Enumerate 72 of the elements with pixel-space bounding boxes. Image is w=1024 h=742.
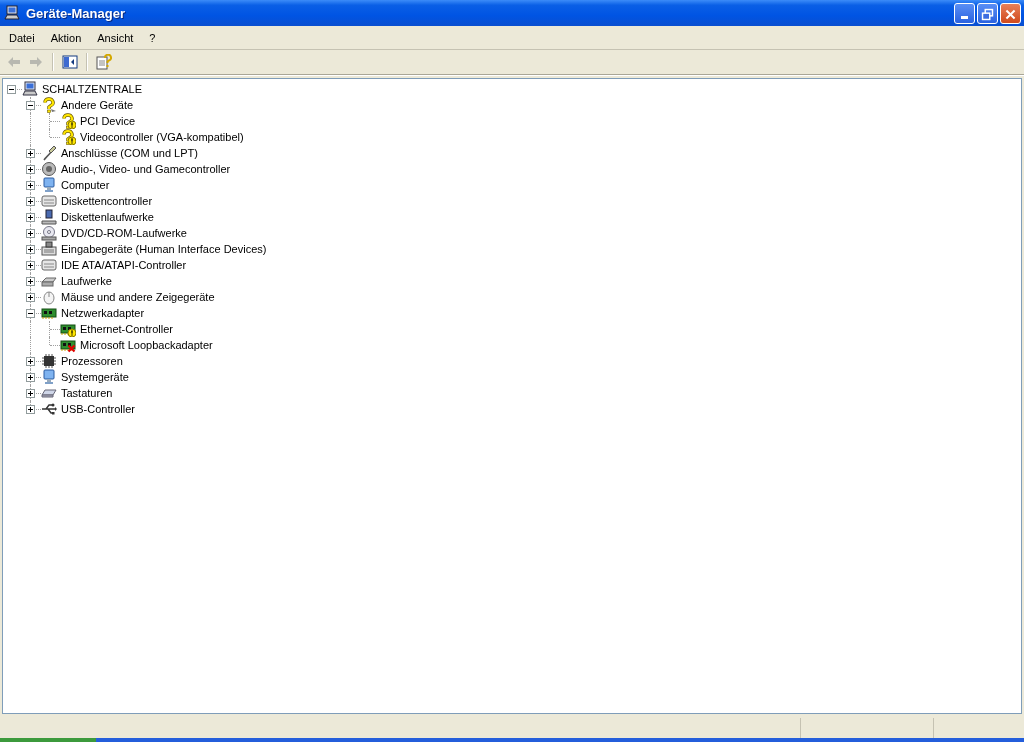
tree-item[interactable]: Videocontroller (VGA-kompatibel) <box>79 131 245 143</box>
tree-item[interactable]: PCI Device <box>79 115 137 127</box>
menu-item[interactable]: Aktion <box>50 31 82 44</box>
menu-item[interactable]: ? <box>149 31 156 44</box>
tree-item[interactable]: Microsoft Loopbackadapter <box>79 339 214 351</box>
properties-button[interactable] <box>94 52 113 72</box>
expand-toggle[interactable] <box>26 229 35 238</box>
tree-item[interactable]: Eingabegeräte (Human Interface Devices) <box>60 243 268 255</box>
usb-icon <box>41 401 57 417</box>
expand-toggle[interactable] <box>26 245 35 254</box>
tree-item[interactable]: Ethernet-Controller <box>79 323 174 335</box>
expand-toggle[interactable] <box>26 181 35 190</box>
close-button[interactable] <box>1000 2 1021 24</box>
expand-toggle[interactable] <box>26 165 35 174</box>
tree-item[interactable]: SCHALTZENTRALE <box>41 83 144 95</box>
tree-item[interactable]: USB-Controller <box>60 403 136 415</box>
tree-item[interactable]: Computer <box>60 179 111 191</box>
keyboard-mouse-icon <box>41 241 57 257</box>
tree-item[interactable]: Prozessoren <box>60 355 124 367</box>
network-card-icon <box>41 305 57 321</box>
tree-item[interactable]: Systemgeräte <box>60 371 130 383</box>
tree-item[interactable]: Laufwerke <box>60 275 113 287</box>
speaker-icon <box>41 161 57 177</box>
tree-item[interactable]: Tastaturen <box>60 387 114 399</box>
expand-toggle[interactable] <box>26 101 35 110</box>
expand-toggle[interactable] <box>7 85 16 94</box>
question-mark-warning-icon <box>60 113 76 129</box>
console-tree-button[interactable] <box>60 52 79 72</box>
tree-item[interactable]: Netzwerkadapter <box>60 307 146 319</box>
minimize-button[interactable] <box>954 2 975 24</box>
floppy-drive-icon <box>41 209 57 225</box>
expand-toggle[interactable] <box>26 277 35 286</box>
disk-controller-icon <box>41 193 57 209</box>
expand-toggle[interactable] <box>26 261 35 270</box>
monitor-icon <box>41 369 57 385</box>
computer-icon <box>4 5 20 21</box>
tree-item[interactable]: Andere Geräte <box>60 99 135 111</box>
document-question-icon <box>95 54 112 70</box>
restore-button[interactable] <box>977 2 998 24</box>
panel-toggle-icon <box>61 54 78 70</box>
cable-plug-icon <box>41 145 57 161</box>
expand-toggle[interactable] <box>26 405 35 414</box>
tree-item[interactable]: Anschlüsse (COM und LPT) <box>60 147 199 159</box>
menu-item[interactable]: Datei <box>9 31 35 44</box>
tree-item[interactable]: Audio-, Video- und Gamecontroller <box>60 163 232 175</box>
tree-item[interactable]: Mäuse und andere Zeigegeräte <box>60 291 216 303</box>
expand-toggle[interactable] <box>26 309 35 318</box>
expand-toggle[interactable] <box>26 197 35 206</box>
window-title: Geräte-Manager <box>26 5 126 21</box>
expand-toggle[interactable] <box>26 373 35 382</box>
network-card-error-icon <box>60 337 76 353</box>
monitor-icon <box>41 177 57 193</box>
question-mark-icon <box>41 97 57 113</box>
menu-item[interactable]: Ansicht <box>97 31 134 44</box>
network-card-warning-icon <box>60 321 76 337</box>
expand-toggle[interactable] <box>26 213 35 222</box>
expand-toggle[interactable] <box>26 149 35 158</box>
tree-item[interactable]: IDE ATA/ATAPI-Controller <box>60 259 188 271</box>
question-mark-warning-icon <box>60 129 76 145</box>
tree-item[interactable]: Diskettencontroller <box>60 195 154 207</box>
right-arrow-icon <box>27 54 44 70</box>
tree-item[interactable]: DVD/CD-ROM-Laufwerke <box>60 227 188 239</box>
expand-toggle[interactable] <box>26 357 35 366</box>
minimize-icon <box>961 15 968 19</box>
tree-item[interactable]: Diskettenlaufwerke <box>60 211 155 223</box>
computer-icon <box>22 81 38 97</box>
expand-toggle[interactable] <box>26 293 35 302</box>
disk-controller-icon <box>41 257 57 273</box>
mouse-icon <box>41 289 57 305</box>
disc-drive-icon <box>41 225 57 241</box>
expand-toggle[interactable] <box>26 389 35 398</box>
processor-icon <box>41 353 57 369</box>
